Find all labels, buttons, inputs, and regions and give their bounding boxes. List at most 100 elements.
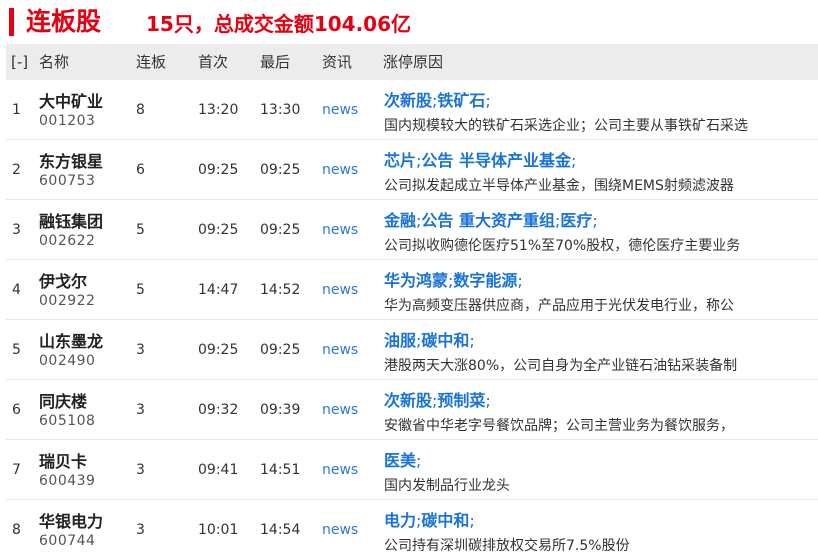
row-index: 5	[12, 342, 21, 358]
reason-description: 公司拟收购德伦医疗51%至70%股权，德伦医疗主要业务	[384, 238, 741, 254]
reason-description: 公司持有深圳碳排放权交易所7.5%股份	[384, 538, 630, 554]
reason-tag[interactable]: 油服	[384, 331, 416, 350]
header-reason: 涨停原因	[383, 53, 444, 71]
reason-tag[interactable]: 碳中和	[421, 331, 469, 350]
tag-separator: ;	[517, 271, 523, 290]
last-limit-time: 09:25	[260, 222, 301, 238]
news-link[interactable]: news	[322, 462, 358, 478]
last-limit-time: 09:39	[260, 402, 301, 418]
table-row[interactable]: 6 同庆楼 605108 3 09:32 09:39 news 次新股;预制菜; 安徽省中华老字…	[6, 380, 818, 440]
reason-tag[interactable]: 铁矿石	[437, 91, 485, 110]
lianban-count: 3	[136, 342, 145, 358]
reason-tag[interactable]: 碳中和	[421, 511, 469, 530]
reason-tag[interactable]: 数字能源	[453, 271, 517, 290]
reason-tags: 次新股;预制菜;	[384, 387, 491, 411]
stock-name[interactable]: 大中矿业	[39, 88, 103, 112]
stock-code: 001203	[39, 113, 96, 129]
tag-separator: ;	[485, 91, 491, 110]
reason-tag[interactable]: 次新股	[384, 91, 432, 110]
table-row[interactable]: 2 东方银星 600753 6 09:25 09:25 news 芯片;公告 半导体产业基金;…	[6, 140, 818, 200]
reason-description: 华为高频变压器供应商，产品应用于光伏发电行业，称公	[384, 298, 734, 314]
lianban-count: 6	[136, 162, 145, 178]
tag-separator: ;	[469, 331, 475, 350]
last-limit-time: 09:25	[260, 342, 301, 358]
table-header: [-] 名称 连板 首次 最后 资讯 涨停原因	[6, 44, 818, 80]
reason-tag[interactable]: 芯片	[384, 151, 416, 170]
lianban-count: 3	[136, 462, 145, 478]
stock-code: 600744	[39, 533, 96, 549]
header-lianban[interactable]: 连板	[136, 44, 166, 80]
table-row[interactable]: 3 融钰集团 002622 5 09:25 09:25 news 金融;公告 重大资产重组;医…	[6, 200, 818, 260]
news-link[interactable]: news	[322, 222, 358, 238]
reason-tag[interactable]: 华为鸿蒙	[384, 271, 448, 290]
news-link[interactable]: news	[322, 162, 358, 178]
reason-tags: 油服;碳中和;	[384, 327, 475, 351]
stock-name[interactable]: 融钰集团	[39, 208, 103, 232]
page-summary: 15只，总成交金额104.06亿	[146, 12, 412, 36]
table-row[interactable]: 7 瑞贝卡 600439 3 09:41 14:51 news 医美; 国内发制品行业龙头	[6, 440, 818, 500]
row-index: 4	[12, 282, 21, 298]
tag-separator: ;	[469, 511, 475, 530]
reason-tag[interactable]: 次新股	[384, 391, 432, 410]
header-last-time[interactable]: 最后	[260, 44, 290, 80]
reason-tags: 电力;碳中和;	[384, 507, 475, 531]
stock-name[interactable]: 同庆楼	[39, 388, 87, 412]
row-index: 3	[12, 222, 21, 238]
news-link[interactable]: news	[322, 522, 358, 538]
collapse-toggle[interactable]: [-]	[11, 44, 28, 80]
stock-code: 600753	[39, 173, 96, 189]
news-link[interactable]: news	[322, 102, 358, 118]
reason-description: 安徽省中华老字号餐饮品牌；公司主营业务为餐饮服务，	[384, 418, 734, 434]
row-index: 2	[12, 162, 21, 178]
reason-tag[interactable]: 金融	[384, 211, 416, 230]
reason-tags: 金融;公告 重大资产重组;医疗;	[384, 207, 598, 231]
news-link[interactable]: news	[322, 402, 358, 418]
row-index: 1	[12, 102, 21, 118]
first-limit-time: 09:25	[198, 162, 239, 178]
reason-tags: 医美;	[384, 447, 421, 471]
tag-separator: ;	[570, 151, 577, 170]
table-row[interactable]: 4 伊戈尔 002922 5 14:47 14:52 news 华为鸿蒙;数字能源; 华为高频变…	[6, 260, 818, 320]
row-index: 8	[12, 522, 21, 538]
first-limit-time: 10:01	[198, 522, 239, 538]
last-limit-time: 09:25	[260, 162, 301, 178]
reason-tag[interactable]: 公告 半导体产业基金	[421, 151, 571, 170]
table-row[interactable]: 8 华银电力 600744 3 10:01 14:54 news 电力;碳中和; 公司持有深圳碳…	[6, 500, 818, 559]
title-bar: 连板股 15只，总成交金额104.06亿	[0, 0, 818, 44]
table-row[interactable]: 5 山东墨龙 002490 3 09:25 09:25 news 油服;碳中和; 港股两天大涨8…	[6, 320, 818, 380]
reason-tag[interactable]: 医美	[384, 451, 416, 470]
news-link[interactable]: news	[322, 342, 358, 358]
lianban-count: 3	[136, 402, 145, 418]
stock-code: 600439	[39, 473, 96, 489]
news-link[interactable]: news	[322, 282, 358, 298]
table-row[interactable]: 1 大中矿业 001203 8 13:20 13:30 news 次新股;铁矿石; 国内规模较大…	[6, 80, 818, 140]
stock-name[interactable]: 伊戈尔	[39, 268, 87, 292]
reason-tags: 次新股;铁矿石;	[384, 87, 491, 111]
stock-name[interactable]: 瑞贝卡	[39, 448, 87, 472]
reason-tags: 华为鸿蒙;数字能源;	[384, 267, 523, 291]
reason-tag[interactable]: 医疗	[560, 211, 592, 230]
lianban-count: 5	[136, 222, 145, 238]
first-limit-time: 09:32	[198, 402, 239, 418]
tag-separator: ;	[416, 451, 422, 470]
stock-name[interactable]: 东方银星	[39, 148, 103, 172]
reason-tag[interactable]: 预制菜	[437, 391, 485, 410]
header-name[interactable]: 名称	[39, 44, 69, 80]
reason-tag[interactable]: 电力	[384, 511, 416, 530]
first-limit-time: 09:41	[198, 462, 239, 478]
row-index: 6	[12, 402, 21, 418]
tag-separator: ;	[592, 211, 598, 230]
stock-name[interactable]: 山东墨龙	[39, 328, 103, 352]
last-limit-time: 14:54	[260, 522, 301, 538]
stock-code: 002622	[39, 233, 96, 249]
lianban-count: 8	[136, 102, 145, 118]
header-first-time[interactable]: 首次	[198, 44, 228, 80]
last-limit-time: 14:52	[260, 282, 301, 298]
reason-tag[interactable]: 公告 重大资产重组	[421, 211, 555, 230]
last-limit-time: 14:51	[260, 462, 301, 478]
first-limit-time: 14:47	[198, 282, 239, 298]
stock-table: 1 大中矿业 001203 8 13:20 13:30 news 次新股;铁矿石; 国内规模较大…	[6, 80, 818, 559]
reason-tags: 芯片;公告 半导体产业基金;	[384, 147, 576, 171]
reason-description: 港股两天大涨80%，公司自身为全产业链石油钻采装备制	[384, 358, 738, 374]
stock-name[interactable]: 华银电力	[39, 508, 103, 532]
